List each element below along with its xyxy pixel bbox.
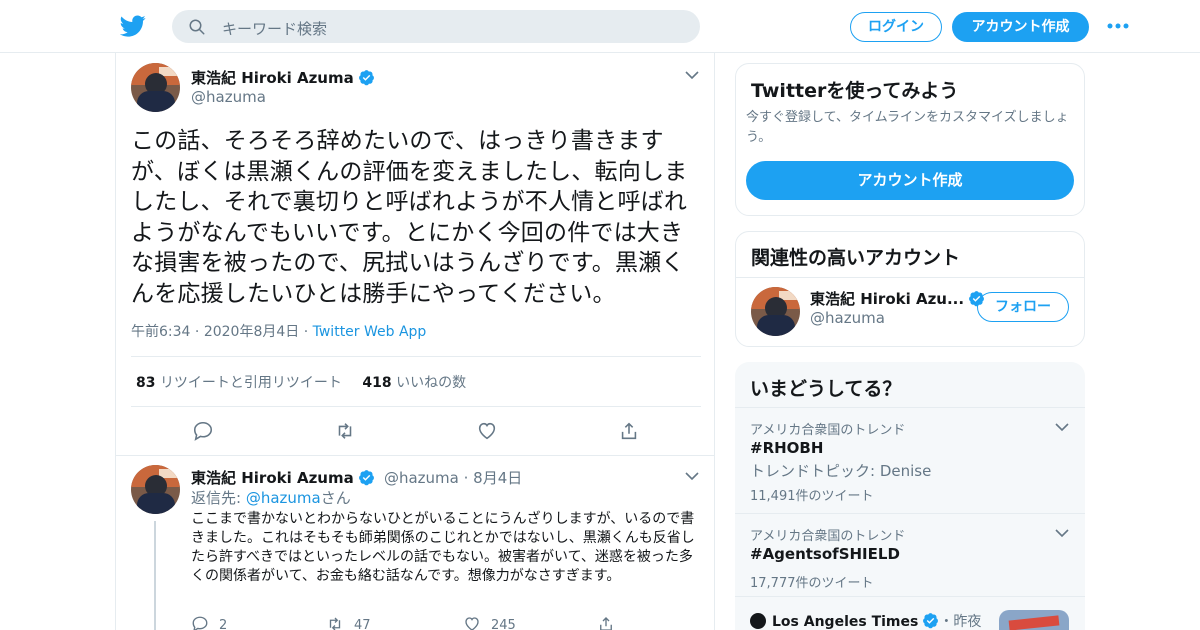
signup-card: Twitterを使ってみよう 今すぐ登録して、タイムラインをカスタマイズしましょ…: [735, 63, 1085, 216]
like-heart-icon: [465, 617, 479, 630]
chevron-down-icon[interactable]: [685, 70, 699, 80]
like-stat-label: いいねの数: [396, 375, 467, 391]
search-bar[interactable]: キーワード検索: [172, 10, 700, 43]
tweet-stats: 83 リツイートと引用リツイート 418 いいねの数: [136, 372, 466, 392]
reply-author-name[interactable]: 東浩紀 Hiroki Azuma: [191, 469, 354, 487]
trend-location: アメリカ合衆国のトレンド: [750, 529, 906, 544]
display-name[interactable]: 東浩紀 Hiroki Azuma: [191, 69, 354, 87]
tweet-date[interactable]: 2020年8月4日: [204, 324, 299, 340]
trends-card: いまどうしてる？ アメリカ合衆国のトレンド #RHOBH トレンドトピック: D…: [735, 362, 1085, 630]
signup-card-subtitle: 今すぐ登録して、タイムラインをカスタマイズしましょう。: [746, 110, 1069, 145]
login-button[interactable]: ログイン: [850, 12, 942, 42]
avatar[interactable]: [751, 287, 800, 336]
reply-text: ここまで書かないとわからないひとがいることにうんざりしますが、いるので書きました…: [191, 511, 695, 584]
like-heart-icon[interactable]: [476, 420, 498, 442]
follow-button[interactable]: フォロー: [977, 292, 1069, 322]
tweet-time[interactable]: 午前6:34: [131, 324, 190, 340]
chevron-down-icon[interactable]: [1055, 528, 1069, 538]
divider: [131, 406, 701, 407]
share-icon[interactable]: [618, 420, 640, 442]
trend-location: アメリカ合衆国のトレンド: [750, 423, 906, 438]
avatar[interactable]: [131, 63, 180, 112]
top-header: キーワード検索 ログイン アカウント作成: [0, 0, 1200, 53]
replying-to-prefix: 返信先:: [191, 489, 246, 507]
trends-card-title: いまどうしてる？: [750, 378, 902, 400]
reply-author-handle[interactable]: @hazuma: [384, 469, 459, 487]
like-stat[interactable]: 418 いいねの数: [362, 375, 466, 391]
signup-card-button[interactable]: アカウント作成: [746, 161, 1074, 200]
related-accounts-card: 関連性の高いアカウント 東浩紀 Hiroki Azu... @hazuma フォ…: [735, 231, 1085, 347]
tweet-author-handle[interactable]: @hazuma: [191, 88, 266, 106]
replying-to-link[interactable]: @hazuma: [246, 489, 321, 507]
like-count: 418: [362, 375, 392, 391]
tweet-author-name[interactable]: 東浩紀 Hiroki Azuma: [191, 67, 375, 88]
signup-card-title: Twitterを使ってみよう: [751, 80, 959, 102]
reply-author[interactable]: 東浩紀 Hiroki Azuma @hazuma · 8月4日: [191, 467, 522, 488]
twitter-bird-logo-icon[interactable]: [120, 13, 146, 39]
chevron-down-icon[interactable]: [685, 471, 699, 481]
reply-retweet-count: 47: [354, 618, 371, 630]
search-icon: [189, 19, 205, 35]
search-input[interactable]: キーワード検索: [222, 18, 327, 39]
tweet-text: この話、そろそろ辞めたいので、はっきり書きますが、ぼくは黒瀬くんの評価を変えまし…: [131, 128, 688, 307]
related-account-name[interactable]: 東浩紀 Hiroki Azu...: [810, 288, 985, 309]
verified-badge-icon: [923, 613, 939, 629]
trend-topic: トレンドトピック: Denise: [750, 462, 932, 480]
thread-line: [154, 521, 156, 630]
retweet-stat[interactable]: 83 リツイートと引用リツイート: [136, 375, 342, 391]
tweet-timestamp: 午前6:34 · 2020年8月4日 · Twitter Web App: [131, 324, 427, 340]
trend-count: 11,491件のツイート: [750, 489, 874, 504]
display-name[interactable]: 東浩紀 Hiroki Azu...: [810, 290, 964, 308]
reply-share-button[interactable]: [597, 615, 625, 630]
reply-retweet-button[interactable]: 47: [326, 615, 371, 630]
news-source[interactable]: Los Angeles Times ・昨夜: [750, 611, 981, 630]
reply-reply-button[interactable]: 2: [191, 615, 227, 630]
share-icon: [600, 617, 612, 630]
more-options-icon[interactable]: [1106, 22, 1130, 30]
news-time: ・昨夜: [939, 614, 982, 630]
reply-date[interactable]: 8月4日: [473, 469, 522, 487]
main-column: 東浩紀 Hiroki Azuma @hazuma この話、そろそろ辞めたいので、…: [115, 53, 715, 630]
news-source-name[interactable]: Los Angeles Times: [772, 614, 918, 630]
divider: [736, 277, 1084, 278]
retweet-stat-label: リツイートと引用リツイート: [159, 375, 342, 391]
replying-to: 返信先: @hazumaさん: [191, 487, 351, 508]
verified-badge-icon: [358, 470, 374, 486]
divider: [131, 356, 701, 357]
verified-badge-icon: [358, 70, 374, 86]
trend-item[interactable]: アメリカ合衆国のトレンド #AgentsofSHIELD 17,777件のツイー…: [735, 513, 1085, 596]
trend-count: 17,777件のツイート: [750, 576, 874, 591]
retweet-count: 83: [136, 375, 156, 391]
related-account-handle[interactable]: @hazuma: [810, 309, 885, 327]
replying-to-suffix: さん: [320, 489, 351, 507]
retweet-icon[interactable]: [334, 420, 356, 442]
avatar[interactable]: [131, 465, 180, 514]
retweet-icon: [329, 617, 341, 630]
trend-name[interactable]: #RHOBH: [750, 439, 823, 457]
related-card-title: 関連性の高いアカウント: [751, 247, 961, 269]
la-times-logo-icon: [750, 613, 766, 629]
trend-name[interactable]: #AgentsofSHIELD: [750, 545, 900, 563]
reply-icon[interactable]: [192, 420, 214, 442]
news-thumbnail[interactable]: [999, 610, 1069, 630]
trend-item[interactable]: アメリカ合衆国のトレンド #RHOBH トレンドトピック: Denise 11,…: [735, 407, 1085, 513]
reply-icon: [192, 616, 208, 630]
tweet-source[interactable]: Twitter Web App: [313, 324, 427, 340]
reply-reply-count: 2: [219, 618, 228, 630]
tweet-separator: [116, 455, 714, 456]
signup-button[interactable]: アカウント作成: [952, 12, 1089, 42]
chevron-down-icon[interactable]: [1055, 422, 1069, 432]
reply-like-count: 245: [491, 618, 516, 630]
reply-like-button[interactable]: 245: [463, 615, 516, 630]
